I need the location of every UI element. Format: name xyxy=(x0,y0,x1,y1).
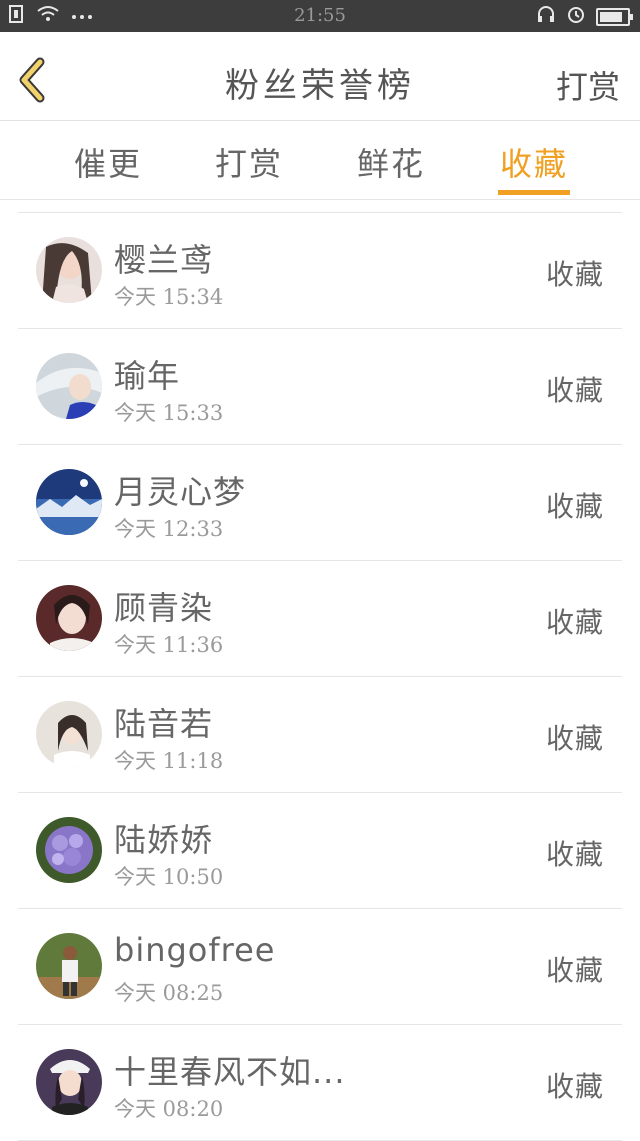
action-label: 收藏 xyxy=(545,954,604,987)
user-name: 月灵心梦 xyxy=(114,473,247,511)
avatar xyxy=(36,585,102,651)
tab-flowers[interactable]: 鲜花 xyxy=(331,139,451,185)
timestamp: 今天 11:36 xyxy=(114,633,224,657)
action-label: 收藏 xyxy=(545,838,604,871)
avatar xyxy=(36,1049,102,1115)
user-name: 十里春风不如... xyxy=(114,1053,346,1091)
user-name: 瑜年 xyxy=(114,357,181,395)
list-item[interactable]: 顾青染 今天 11:36 收藏 xyxy=(18,561,622,677)
list-item[interactable]: 月灵心梦 今天 12:33 收藏 xyxy=(18,445,622,561)
timestamp: 今天 15:34 xyxy=(114,285,224,309)
alarm-icon xyxy=(566,4,586,29)
action-label: 收藏 xyxy=(545,722,604,755)
timestamp: 今天 08:20 xyxy=(114,1097,224,1121)
action-label: 收藏 xyxy=(545,490,604,523)
list-item[interactable]: 十里春风不如... 今天 08:20 收藏 xyxy=(18,1025,622,1141)
reward-button[interactable]: 打赏 xyxy=(556,62,620,108)
action-label: 收藏 xyxy=(545,374,604,407)
user-name: 陆娇娇 xyxy=(114,821,214,859)
user-name: bingofree xyxy=(114,931,276,969)
action-label: 收藏 xyxy=(545,258,604,291)
tab-favorites[interactable]: 收藏 xyxy=(474,139,594,185)
status-icons-right xyxy=(536,4,633,29)
avatar xyxy=(36,469,102,535)
nav-bar: 粉丝荣誉榜 打赏 xyxy=(0,32,640,121)
list-item[interactable]: bingofree 今天 08:25 收藏 xyxy=(18,909,622,1025)
list-item[interactable]: 陆音若 今天 11:18 收藏 xyxy=(18,677,622,793)
avatar xyxy=(36,353,102,419)
avatar xyxy=(36,701,102,767)
tab-urge[interactable]: 催更 xyxy=(48,139,168,185)
action-label: 收藏 xyxy=(545,1070,604,1103)
user-name: 樱兰鸢 xyxy=(114,241,214,279)
avatar xyxy=(36,933,102,999)
timestamp: 今天 08:25 xyxy=(114,981,224,1005)
timestamp: 今天 10:50 xyxy=(114,865,224,889)
fan-list: 樱兰鸢 今天 15:34 收藏 瑜年 今天 15:33 收藏 月灵心梦 今天 1… xyxy=(18,212,622,1141)
timestamp: 今天 12:33 xyxy=(114,517,224,541)
page-title: 粉丝荣誉榜 xyxy=(225,66,415,106)
user-name: 陆音若 xyxy=(114,705,214,743)
user-name: 顾青染 xyxy=(114,589,214,627)
tab-reward[interactable]: 打赏 xyxy=(189,139,309,185)
tab-bar: 催更 打赏 鲜花 收藏 xyxy=(0,121,640,200)
active-tab-indicator xyxy=(498,190,570,195)
headphones-icon xyxy=(536,5,556,28)
action-label: 收藏 xyxy=(545,606,604,639)
timestamp: 今天 11:18 xyxy=(114,749,224,773)
avatar xyxy=(36,237,102,303)
list-item[interactable]: 瑜年 今天 15:33 收藏 xyxy=(18,329,622,445)
status-bar: 21:55 xyxy=(0,0,640,32)
avatar xyxy=(36,817,102,883)
timestamp: 今天 15:33 xyxy=(114,401,224,425)
list-item[interactable]: 樱兰鸢 今天 15:34 收藏 xyxy=(18,213,622,329)
list-item[interactable]: 陆娇娇 今天 10:50 收藏 xyxy=(18,793,622,909)
battery-icon xyxy=(596,7,633,26)
